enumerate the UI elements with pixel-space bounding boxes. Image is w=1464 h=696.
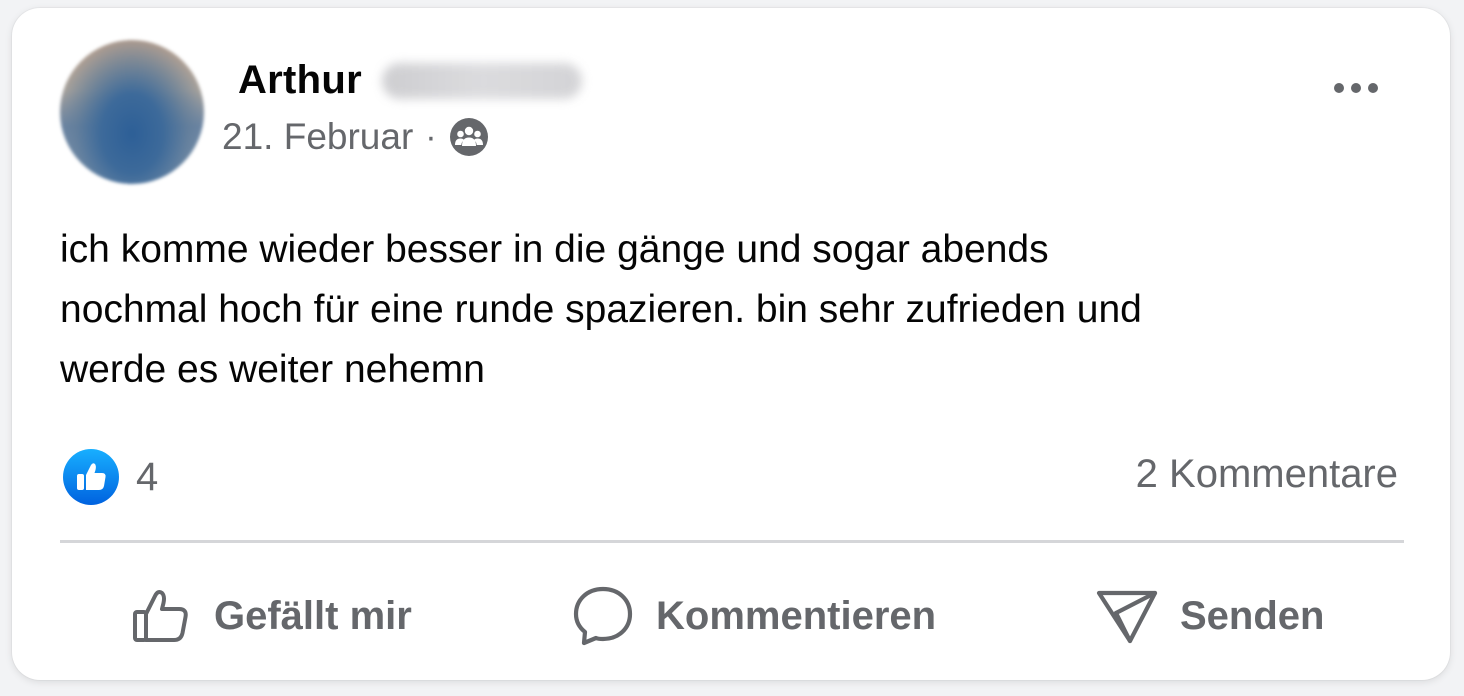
more-dot xyxy=(1368,83,1378,93)
send-button-label: Senden xyxy=(1180,593,1325,638)
post-meta: 21. Februar · xyxy=(222,116,489,158)
comment-button[interactable]: Kommentieren xyxy=(570,568,936,664)
post-text: ich komme wieder besser in die gänge und… xyxy=(60,228,1142,391)
reactions-summary[interactable]: 4 xyxy=(62,448,158,506)
post-card: Arthur 21. Februar · ich komme wieder be… xyxy=(12,8,1450,680)
like-badge-icon xyxy=(62,448,120,506)
thumbs-up-icon xyxy=(130,584,194,648)
author-surname-redacted xyxy=(382,62,583,99)
send-button[interactable]: Senden xyxy=(1094,568,1324,664)
author-name[interactable]: Arthur xyxy=(238,58,362,103)
like-count: 4 xyxy=(136,454,159,499)
action-bar: Gefällt mir Kommentieren Senden xyxy=(60,568,1404,664)
author-avatar[interactable] xyxy=(60,40,204,184)
comments-count-link[interactable]: 2 Kommentare xyxy=(1136,452,1398,497)
post-date[interactable]: 21. Februar xyxy=(222,116,413,158)
comment-bubble-icon xyxy=(570,583,636,649)
divider xyxy=(60,540,1404,543)
comment-button-label: Kommentieren xyxy=(656,593,937,638)
more-options-button[interactable] xyxy=(1320,68,1392,108)
like-button-label: Gefällt mir xyxy=(214,593,412,638)
group-icon[interactable] xyxy=(449,117,489,157)
meta-separator: · xyxy=(425,117,437,156)
send-icon xyxy=(1094,583,1160,649)
more-horizontal-icon xyxy=(1334,83,1344,93)
author-name-row: Arthur xyxy=(238,58,583,103)
like-button[interactable]: Gefällt mir xyxy=(130,568,412,664)
more-dot xyxy=(1351,83,1361,93)
